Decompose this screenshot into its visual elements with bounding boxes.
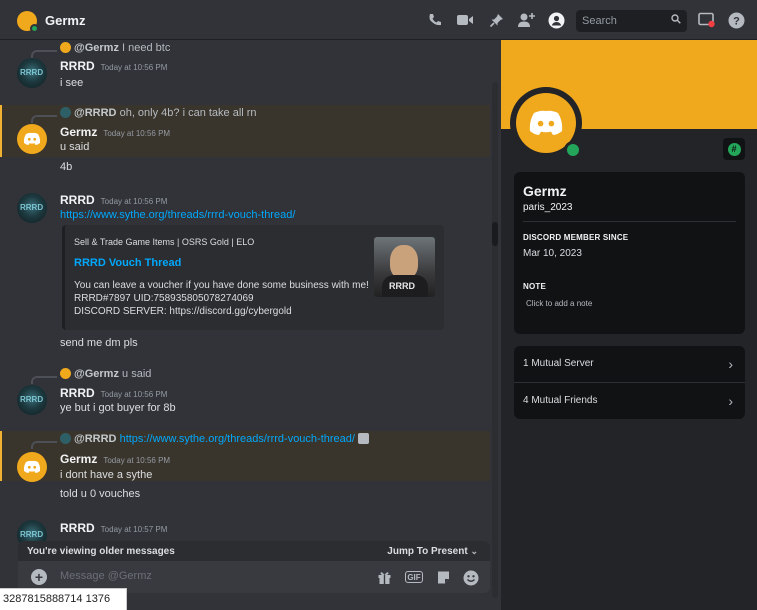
chevron-down-icon: ⌄ (470, 546, 478, 556)
older-messages-bar: You're viewing older messages Jump To Pr… (18, 541, 490, 561)
user-profile-panel: # Germz paris_2023 DISCORD MEMBER SINCE … (501, 40, 757, 610)
reply-connector (31, 376, 57, 384)
dm-header: Germz Search ? (0, 0, 757, 40)
emoji-icon[interactable] (462, 569, 479, 586)
id-overlay: 3287815888714 1376 (0, 588, 127, 610)
avatar[interactable] (17, 452, 47, 482)
pin-icon[interactable] (487, 11, 505, 29)
reply-avatar (60, 368, 71, 379)
search-placeholder: Search (582, 15, 617, 27)
reply-avatar (60, 107, 71, 118)
avatar[interactable]: RRRD (17, 385, 47, 415)
reply-connector (31, 50, 57, 58)
sticker-icon[interactable] (435, 569, 452, 586)
message-author[interactable]: RRRD Today at 10:57 PM (60, 521, 167, 535)
search-input[interactable]: Search (576, 10, 687, 32)
profile-icon[interactable] (547, 11, 565, 29)
message-author[interactable]: RRRD Today at 10:56 PM (60, 386, 167, 400)
online-status-dot (564, 141, 582, 159)
profile-avatar[interactable] (510, 87, 582, 159)
discord-logo-icon (529, 110, 563, 135)
call-icon[interactable] (426, 11, 444, 29)
header-avatar[interactable] (17, 11, 39, 33)
chevron-right-icon: › (728, 393, 733, 409)
reply-preview[interactable]: @Germz u said (60, 368, 151, 380)
profile-display-name: Germz (523, 183, 567, 199)
embed-provider[interactable]: Sell & Trade Game Items | OSRS Gold | EL… (74, 237, 254, 247)
discord-logo-icon (23, 460, 41, 473)
inbox-icon[interactable] (697, 11, 715, 29)
message-text: i dont have a sythe (60, 469, 153, 481)
divider (523, 221, 736, 222)
older-messages-label: You're viewing older messages (27, 546, 175, 557)
video-icon[interactable] (456, 11, 474, 29)
gif-picker-icon[interactable]: GIF (405, 571, 423, 583)
avatar[interactable] (17, 124, 47, 154)
member-since-label: DISCORD MEMBER SINCE (523, 233, 629, 242)
reply-preview[interactable]: @RRRD oh, only 4b? i can take all rn (60, 107, 257, 119)
reply-preview[interactable]: @RRRD https://www.sythe.org/threads/rrrd… (60, 433, 370, 445)
message-author[interactable]: RRRD Today at 10:56 PM (60, 59, 167, 73)
message-text: ye but i got buyer for 8b (60, 402, 176, 414)
link-embed: Sell & Trade Game Items | OSRS Gold | EL… (62, 225, 444, 330)
embed-thumbnail[interactable]: RRRD (374, 237, 435, 297)
profile-info-card: Germz paris_2023 DISCORD MEMBER SINCE Ma… (514, 172, 745, 334)
message-text: send me dm pls (60, 337, 138, 349)
embed-title[interactable]: RRRD Vouch Thread (74, 257, 181, 269)
message-text: 4b (60, 161, 73, 173)
scrollbar[interactable] (492, 82, 498, 598)
note-label: NOTE (523, 282, 547, 291)
gift-icon[interactable] (376, 569, 393, 586)
mutual-friends-row[interactable]: 4 Mutual Friends › (514, 383, 745, 419)
image-icon (358, 433, 370, 444)
message-text: u said (60, 141, 90, 153)
message-input[interactable]: Message @Germz (60, 570, 152, 582)
mutual-servers-row[interactable]: 1 Mutual Server › (514, 346, 745, 382)
online-status-dot (30, 24, 39, 33)
reply-connector (31, 441, 57, 449)
chevron-right-icon: › (728, 356, 733, 372)
avatar[interactable]: RRRD (17, 58, 47, 88)
hashtag-badge-icon[interactable]: # (723, 138, 745, 160)
jump-to-present-button[interactable]: Jump To Present ⌄ (387, 546, 478, 557)
attach-plus-icon[interactable]: + (31, 569, 47, 585)
note-input[interactable]: Click to add a note (526, 299, 592, 308)
scrollbar-thumb[interactable] (492, 222, 498, 246)
message-author[interactable]: Germz Today at 10:56 PM (60, 125, 170, 139)
message-text: told u 0 vouches (60, 488, 141, 500)
reply-preview[interactable]: @Germz I need btc (60, 42, 170, 54)
reply-connector (31, 115, 57, 123)
mutuals-card: 1 Mutual Server › 4 Mutual Friends › (514, 346, 745, 419)
header-title[interactable]: Germz (45, 13, 85, 28)
reply-avatar (60, 433, 71, 444)
profile-username: paris_2023 (523, 202, 573, 213)
message-text: i see (60, 77, 84, 89)
search-icon (671, 14, 681, 27)
message-author[interactable]: RRRD Today at 10:56 PM (60, 193, 167, 207)
svg-text:?: ? (733, 15, 740, 27)
add-member-icon[interactable] (517, 11, 535, 29)
member-since-date: Mar 10, 2023 (523, 248, 582, 259)
avatar[interactable]: RRRD (17, 193, 47, 223)
help-icon[interactable]: ? (727, 11, 745, 29)
discord-logo-icon (23, 132, 41, 145)
embed-description: You can leave a voucher if you have done… (74, 280, 369, 317)
message-link[interactable]: https://www.sythe.org/threads/rrrd-vouch… (60, 209, 295, 221)
reply-avatar (60, 42, 71, 53)
message-author[interactable]: Germz Today at 10:56 PM (60, 452, 170, 466)
